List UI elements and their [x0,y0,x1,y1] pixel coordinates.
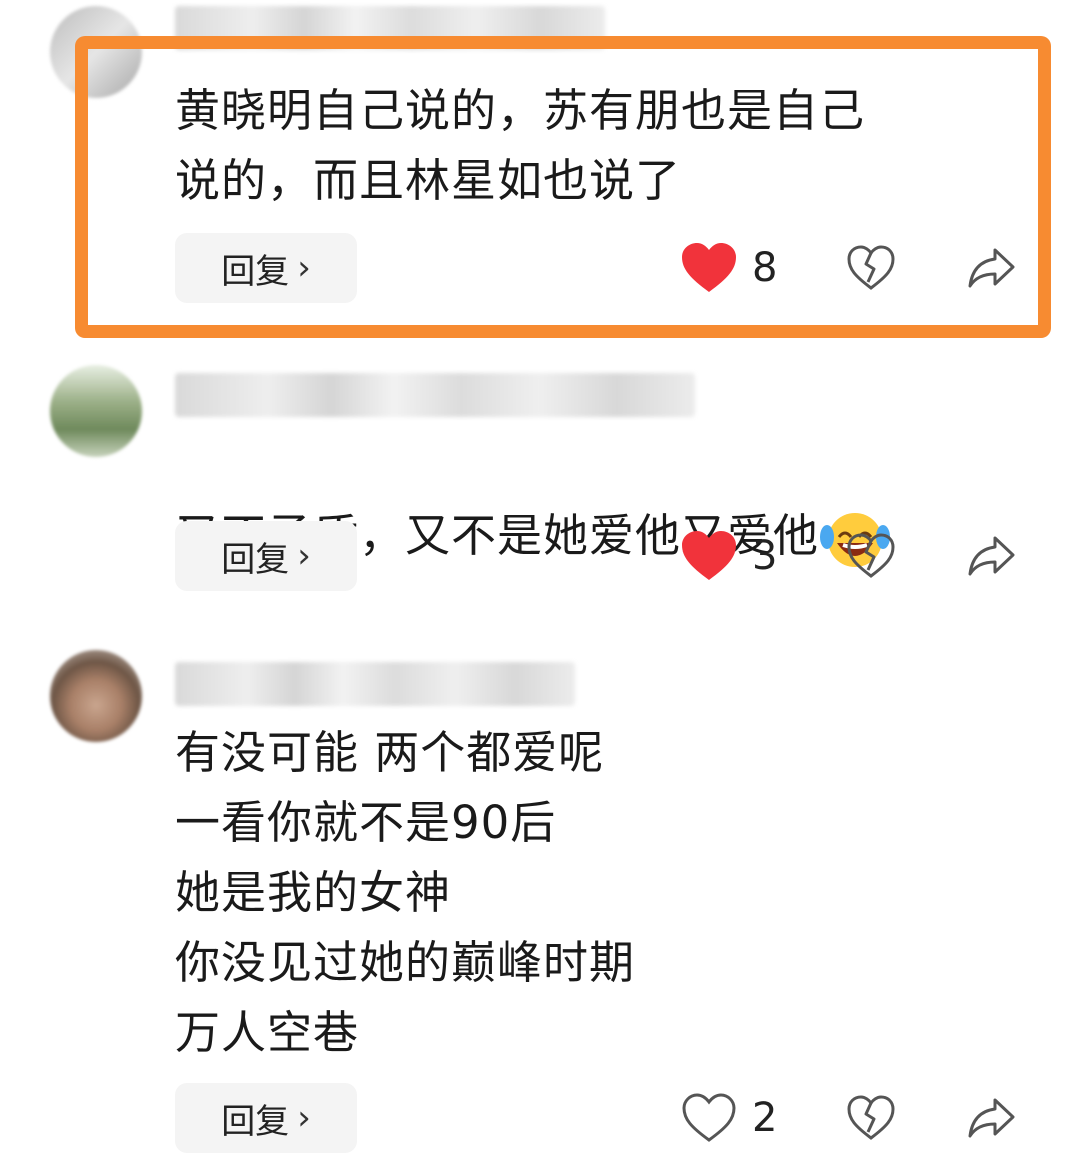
reply-label: 回复 [221,251,290,292]
reply-label: 回复 [221,1101,290,1142]
heart-icon [682,531,736,580]
chevron-right-icon: › [297,248,311,288]
like-button[interactable]: 3 [680,521,777,591]
comment-item-1: 黄晓明自己说的，苏有朋也是自己 说的，而且林星如也说了 回复 › 8 [0,0,1076,330]
heart-icon [682,243,736,292]
avatar[interactable] [50,650,142,742]
share-arrow-icon[interactable] [965,528,1019,582]
comment-item-2: 又不矛盾，又不是她爱他又爱他 回复 › 3 [0,355,1076,605]
broken-heart-icon[interactable] [845,1092,897,1144]
chevron-right-icon: › [297,1098,311,1138]
share-arrow-icon[interactable] [965,240,1019,294]
reply-label: 回复 [221,539,290,580]
like-count: 2 [752,1095,778,1141]
share-arrow-icon[interactable] [965,1090,1019,1144]
broken-heart-icon[interactable] [845,242,897,294]
chevron-right-icon: › [297,536,311,576]
username-blurred[interactable] [175,662,575,706]
username-blurred[interactable] [175,373,695,417]
comment-text: 黄晓明自己说的，苏有朋也是自己 说的，而且林星如也说了 [175,84,866,207]
broken-heart-icon[interactable] [845,530,897,582]
comment-item-3: 有没可能 两个都爱呢 一看你就不是90后 她是我的女神 你没见过她的巅峰时期 万… [0,640,1076,1153]
reply-button[interactable]: 回复 › [175,233,357,303]
like-count: 8 [752,245,778,291]
comment-text: 有没可能 两个都爱呢 一看你就不是90后 她是我的女神 你没见过她的巅峰时期 万… [175,726,636,1059]
username-blurred[interactable] [175,6,605,50]
heart-icon [682,1093,736,1142]
like-count: 3 [752,533,778,579]
avatar[interactable] [50,365,142,457]
like-button[interactable]: 8 [680,233,777,303]
reply-button[interactable]: 回复 › [175,521,357,591]
avatar[interactable] [50,6,142,98]
